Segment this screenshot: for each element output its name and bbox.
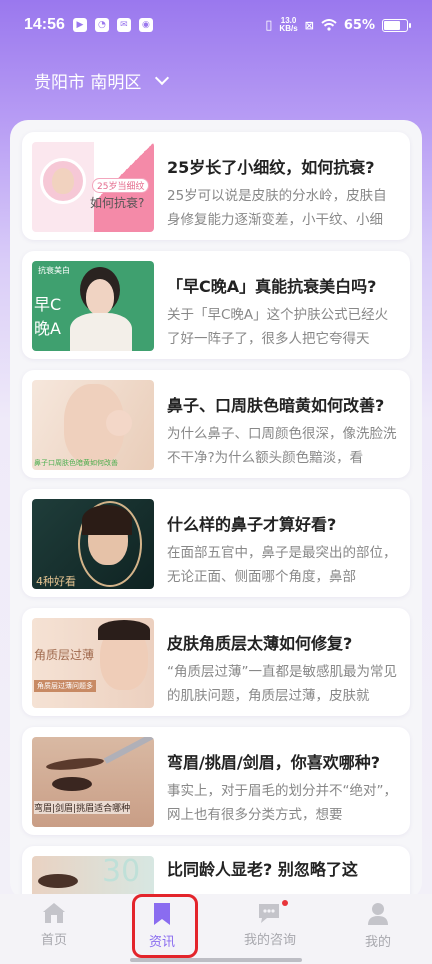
- thumb-caption-2: 角质层过薄问题多: [34, 680, 96, 692]
- article-list[interactable]: 25岁当细纹 如何抗衰? 25岁长了小细纹，如何抗衰? 25岁可以说是皮肤的分水…: [10, 120, 422, 900]
- thumb-caption: 角质层过薄: [34, 648, 95, 662]
- tab-label: 我的咨询: [243, 933, 296, 948]
- tab-profile[interactable]: 我的: [324, 894, 432, 964]
- article-title: 什么样的鼻子才算好看?: [167, 515, 337, 534]
- battery-text: 65%: [343, 17, 375, 33]
- article-thumbnail: 抗衰美白 早C 晚A: [32, 261, 154, 351]
- mail-icon: ✉: [116, 18, 131, 32]
- thumb-caption-2: 如何抗衰?: [90, 196, 145, 210]
- article-thumbnail: 4种好看: [32, 499, 154, 589]
- tab-home[interactable]: 首页: [0, 894, 108, 964]
- article-summary: 在面部五官中，鼻子是最突出的部位，无论正面、侧面哪个角度，鼻部: [167, 545, 397, 585]
- thumb-caption: 鼻子口周肤色暗黄如何改善: [34, 459, 118, 467]
- article-summary: “角质层过薄”一直都是敏感肌最为常见的肌肤问题，角质层过薄，皮肤就: [167, 664, 397, 704]
- article-title: 「早C晚A」真能抗衰美白吗?: [167, 277, 377, 296]
- thumb-caption: 4种好看: [36, 575, 76, 588]
- article-card[interactable]: 抗衰美白 早C 晚A 「早C晚A」真能抗衰美白吗? 关于「早C晚A」这个护肤公式…: [22, 251, 410, 359]
- sim-icon: ⊠: [304, 18, 314, 32]
- location-selector[interactable]: 贵阳市 南明区: [34, 68, 170, 93]
- chat-icon: [259, 904, 279, 923]
- thumb-caption-2: 早C: [34, 295, 62, 314]
- highlight-annotation: [132, 894, 198, 958]
- user-icon: [368, 903, 388, 925]
- chevron-down-icon: [155, 70, 170, 85]
- thumb-caption-3: 晚A: [34, 319, 61, 338]
- article-thumbnail: 角质层过薄 角质层过薄问题多: [32, 618, 154, 708]
- article-title: 弯眉/挑眉/剑眉，你喜欢哪种?: [167, 753, 380, 772]
- article-title: 25岁长了小细纹，如何抗衰?: [167, 158, 375, 177]
- article-summary: 事实上，对于眉毛的划分并不“绝对”，网上也有很多分类方式，想要: [167, 783, 397, 823]
- tab-my-consultations[interactable]: 我的咨询: [216, 894, 324, 964]
- article-summary: 关于「早C晚A」这个护肤公式已经火了好一阵子了，很多人把它夸得天: [167, 307, 389, 347]
- article-title: 鼻子、口周肤色暗黄如何改善?: [167, 396, 385, 415]
- battery-icon: [382, 18, 411, 32]
- article-thumbnail: 鼻子口周肤色暗黄如何改善: [32, 380, 154, 470]
- tab-label: 首页: [40, 933, 67, 948]
- status-bar: 14:56 ▶ ◔ ✉ ◉ ▯ 13.0 KB/s ⊠ 65%: [0, 0, 432, 50]
- article-card[interactable]: 角质层过薄 角质层过薄问题多 皮肤角质层太薄如何修复? “角质层过薄”一直都是敏…: [22, 608, 410, 716]
- wechat-icon: ◉: [138, 18, 153, 32]
- article-title: 比同龄人显老? 别忽略了这: [167, 860, 358, 879]
- thumb-caption: 30: [102, 856, 141, 889]
- vibrate-icon: ▯: [265, 17, 273, 33]
- article-thumbnail: 25岁当细纹 如何抗衰?: [32, 142, 154, 232]
- home-icon: [43, 903, 65, 923]
- network-speed: 13.0 KB/s: [279, 16, 298, 33]
- status-time: 14:56: [24, 16, 65, 33]
- thumb-caption: 弯眉|剑眉|挑眉适合哪种: [34, 801, 131, 814]
- thumb-caption: 25岁当细纹: [92, 178, 150, 193]
- notification-dot: [282, 900, 288, 906]
- app-notification-icon: ▶: [72, 18, 87, 32]
- article-title: 皮肤角质层太薄如何修复?: [167, 634, 353, 653]
- wifi-icon: [321, 19, 337, 31]
- thumb-caption: 抗衰美白: [38, 266, 70, 275]
- article-card[interactable]: 25岁当细纹 如何抗衰? 25岁长了小细纹，如何抗衰? 25岁可以说是皮肤的分水…: [22, 132, 410, 240]
- article-card[interactable]: 30 比同龄人显老? 别忽略了这: [22, 846, 410, 900]
- article-thumbnail: 弯眉|剑眉|挑眉适合哪种: [32, 737, 154, 827]
- bottom-tab-bar: 首页 资讯 我的咨询 我的: [0, 894, 432, 964]
- article-summary: 25岁可以说是皮肤的分水岭，皮肤自身修复能力逐渐变差，小干纹、小细: [167, 188, 387, 228]
- tab-label: 我的: [364, 935, 391, 950]
- home-indicator[interactable]: [130, 958, 302, 962]
- location-label: 贵阳市 南明区: [34, 73, 142, 93]
- article-card[interactable]: 4种好看 什么样的鼻子才算好看? 在面部五官中，鼻子是最突出的部位，无论正面、侧…: [22, 489, 410, 597]
- article-card[interactable]: 鼻子口周肤色暗黄如何改善 鼻子、口周肤色暗黄如何改善? 为什么鼻子、口周颜色很深…: [22, 370, 410, 478]
- article-card[interactable]: 弯眉|剑眉|挑眉适合哪种 弯眉/挑眉/剑眉，你喜欢哪种? 事实上，对于眉毛的划分…: [22, 727, 410, 835]
- article-summary: 为什么鼻子、口周颜色很深，像洗脸洗不干净?为什么额头颜色黯淡，看: [167, 426, 397, 466]
- app-notification-icon-2: ◔: [94, 18, 109, 32]
